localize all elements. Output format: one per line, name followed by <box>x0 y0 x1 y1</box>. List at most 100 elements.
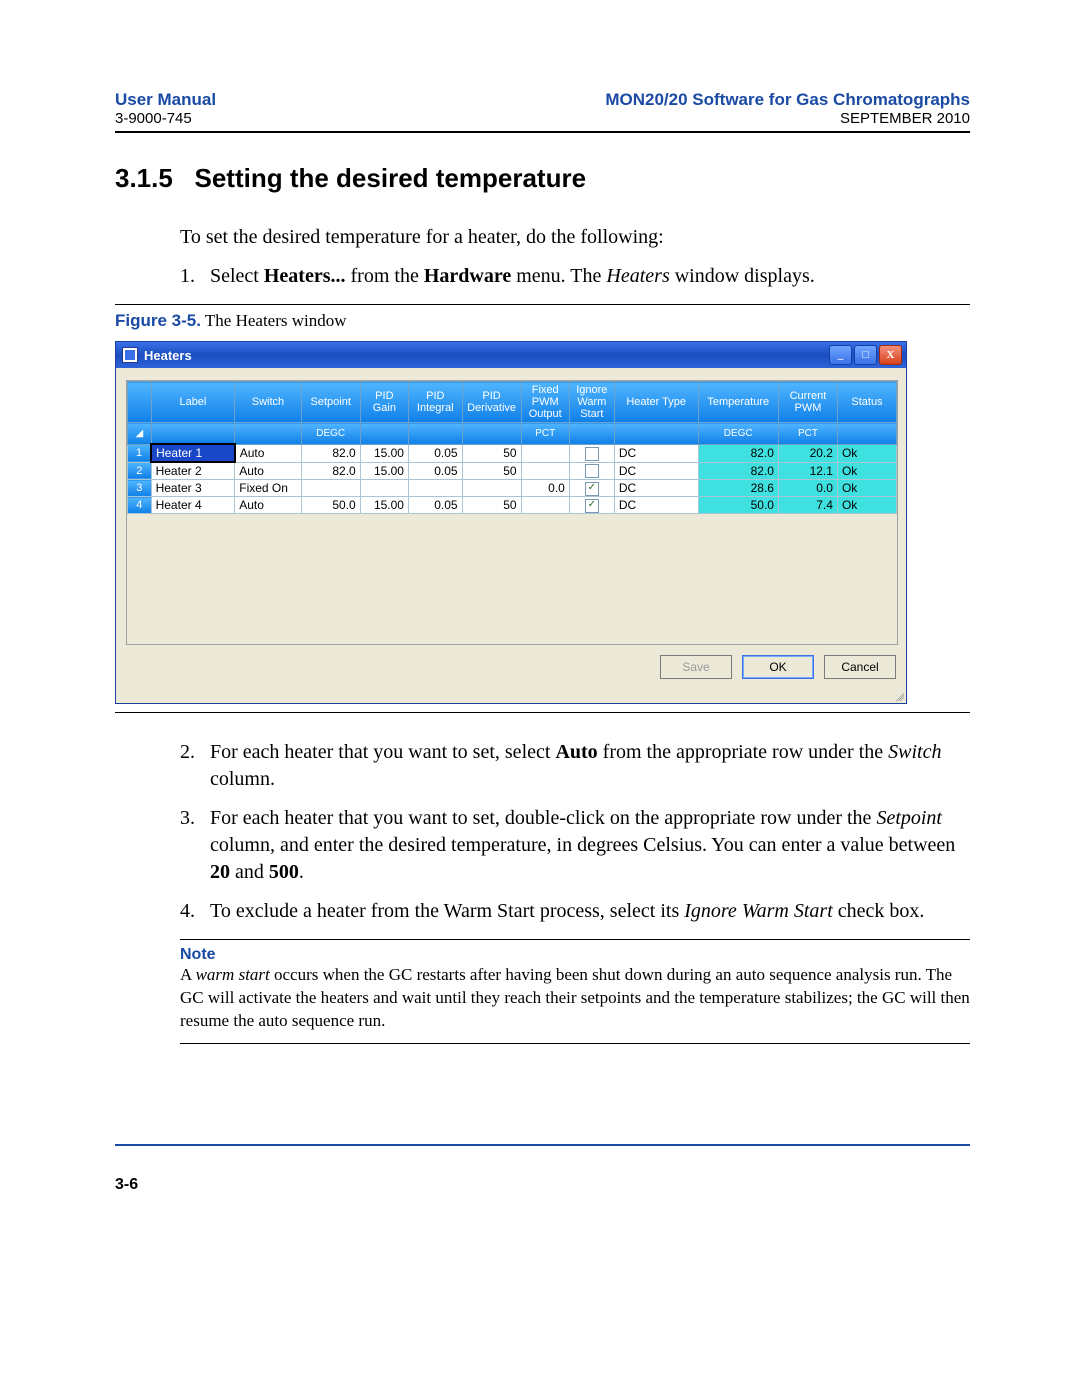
figure-label: Figure 3-5. <box>115 311 201 330</box>
cancel-button[interactable]: Cancel <box>824 655 896 679</box>
titlebar[interactable]: Heaters _ □ X <box>116 342 906 368</box>
step-3: 3. For each heater that you want to set,… <box>180 805 970 886</box>
heaters-window: Heaters _ □ X Label <box>115 341 907 704</box>
header-right-title: MON20/20 Software for Gas Chromatographs <box>605 90 970 110</box>
col-pid-gain[interactable]: PID Gain <box>360 382 408 423</box>
cell-setpoint[interactable]: 82.0 <box>301 444 360 462</box>
cell-deriv[interactable]: 50 <box>462 444 521 462</box>
cell-temp: 50.0 <box>698 497 778 514</box>
table-row[interactable]: 4 Heater 4 Auto 50.0 15.00 0.05 50 ✓ DC … <box>128 497 897 514</box>
cell-type[interactable]: DC <box>614 462 698 480</box>
col-pid-derivative[interactable]: PID Derivative <box>462 382 521 423</box>
table-row[interactable]: 2 Heater 2 Auto 82.0 15.00 0.05 50 DC 82… <box>128 462 897 480</box>
cell-label[interactable]: Heater 3 <box>151 480 235 497</box>
cell-status: Ok <box>837 480 896 497</box>
row-number[interactable]: 3 <box>128 480 152 497</box>
col-temperature[interactable]: Temperature <box>698 382 778 423</box>
table-units-row: ◢ DEGC PCT DEGC PCT <box>128 423 897 445</box>
cell-type[interactable]: DC <box>614 497 698 514</box>
close-button[interactable]: X <box>879 345 902 365</box>
step-4-number: 4. <box>180 898 210 925</box>
cell-switch[interactable]: Auto <box>235 462 301 480</box>
col-fixed-pwm[interactable]: Fixed PWM Output <box>521 382 569 423</box>
table-row[interactable]: 3 Heater 3 Fixed On 0.0 ✓ DC 28.6 0.0 Ok <box>128 480 897 497</box>
page-number: 3-6 <box>115 1176 970 1194</box>
note-label: Note <box>180 946 970 964</box>
step-1-number: 1. <box>180 263 210 290</box>
col-rowhead[interactable] <box>128 382 152 423</box>
cell-fixed[interactable] <box>521 444 569 462</box>
col-pid-integral[interactable]: PID Integral <box>408 382 462 423</box>
cell-switch[interactable]: Fixed On <box>235 480 301 497</box>
cell-fixed[interactable] <box>521 462 569 480</box>
col-status[interactable]: Status <box>837 382 896 423</box>
header-right-sub: SEPTEMBER 2010 <box>605 110 970 127</box>
resize-grabber[interactable] <box>116 689 906 703</box>
col-label[interactable]: Label <box>151 382 235 423</box>
cell-type[interactable]: DC <box>614 480 698 497</box>
cell-deriv[interactable]: 50 <box>462 497 521 514</box>
row-number[interactable]: 2 <box>128 462 152 480</box>
section-number: 3.1.5 <box>115 163 173 193</box>
cell-gain[interactable]: 15.00 <box>360 497 408 514</box>
row-number[interactable]: 4 <box>128 497 152 514</box>
step-2-number: 2. <box>180 739 210 793</box>
cell-label[interactable]: Heater 1 <box>151 444 235 462</box>
cell-label[interactable]: Heater 2 <box>151 462 235 480</box>
page-header: User Manual 3-9000-745 MON20/20 Software… <box>115 90 970 127</box>
cell-type[interactable]: DC <box>614 444 698 462</box>
cell-label[interactable]: Heater 4 <box>151 497 235 514</box>
minimize-button[interactable]: _ <box>829 345 852 365</box>
cell-setpoint[interactable]: 50.0 <box>301 497 360 514</box>
cell-setpoint[interactable] <box>301 480 360 497</box>
cell-ignore[interactable]: ✓ <box>569 497 614 514</box>
cell-fixed[interactable]: 0.0 <box>521 480 569 497</box>
cell-fixed[interactable] <box>521 497 569 514</box>
step-4: 4. To exclude a heater from the Warm Sta… <box>180 898 970 925</box>
cell-ignore[interactable] <box>569 462 614 480</box>
cell-pwm: 0.0 <box>778 480 837 497</box>
figure-rule-top <box>115 304 970 305</box>
cell-gain[interactable]: 15.00 <box>360 462 408 480</box>
checkbox-icon[interactable]: ✓ <box>585 482 599 496</box>
cell-setpoint[interactable]: 82.0 <box>301 462 360 480</box>
cell-switch[interactable]: Auto <box>235 444 301 462</box>
intro-text: To set the desired temperature for a hea… <box>180 224 970 251</box>
row-number[interactable]: 1 <box>128 444 152 462</box>
table-row[interactable]: 1 Heater 1 Auto 82.0 15.00 0.05 50 DC 82… <box>128 444 897 462</box>
note-body: A warm start occurs when the GC restarts… <box>180 964 970 1033</box>
footer-rule <box>115 1144 970 1146</box>
cell-status: Ok <box>837 444 896 462</box>
checkbox-icon[interactable] <box>585 447 599 461</box>
cell-deriv[interactable] <box>462 480 521 497</box>
window-title: Heaters <box>144 348 192 363</box>
section-heading: 3.1.5 Setting the desired temperature <box>115 163 970 194</box>
cell-switch[interactable]: Auto <box>235 497 301 514</box>
maximize-button[interactable]: □ <box>854 345 877 365</box>
cell-pwm: 12.1 <box>778 462 837 480</box>
heaters-table[interactable]: Label Switch Setpoint PID Gain PID Integ… <box>127 381 897 514</box>
cell-ignore[interactable] <box>569 444 614 462</box>
cell-gain[interactable]: 15.00 <box>360 444 408 462</box>
col-switch[interactable]: Switch <box>235 382 301 423</box>
col-heater-type[interactable]: Heater Type <box>614 382 698 423</box>
ok-button[interactable]: OK <box>742 655 814 679</box>
cell-deriv[interactable]: 50 <box>462 462 521 480</box>
header-left-sub: 3-9000-745 <box>115 110 216 127</box>
col-current-pwm[interactable]: Current PWM <box>778 382 837 423</box>
step-1: 1. Select Heaters... from the Hardware m… <box>180 263 970 290</box>
checkbox-icon[interactable] <box>585 464 599 478</box>
cell-gain[interactable] <box>360 480 408 497</box>
header-left-title: User Manual <box>115 90 216 110</box>
col-ignore-warm[interactable]: Ignore Warm Start <box>569 382 614 423</box>
cell-ignore[interactable]: ✓ <box>569 480 614 497</box>
cell-temp: 82.0 <box>698 444 778 462</box>
cell-integral[interactable]: 0.05 <box>408 444 462 462</box>
cell-integral[interactable]: 0.05 <box>408 462 462 480</box>
cell-pwm: 20.2 <box>778 444 837 462</box>
cell-integral[interactable] <box>408 480 462 497</box>
checkbox-icon[interactable]: ✓ <box>585 499 599 513</box>
cell-integral[interactable]: 0.05 <box>408 497 462 514</box>
col-setpoint[interactable]: Setpoint <box>301 382 360 423</box>
window-footer-buttons: Save OK Cancel <box>126 655 896 679</box>
